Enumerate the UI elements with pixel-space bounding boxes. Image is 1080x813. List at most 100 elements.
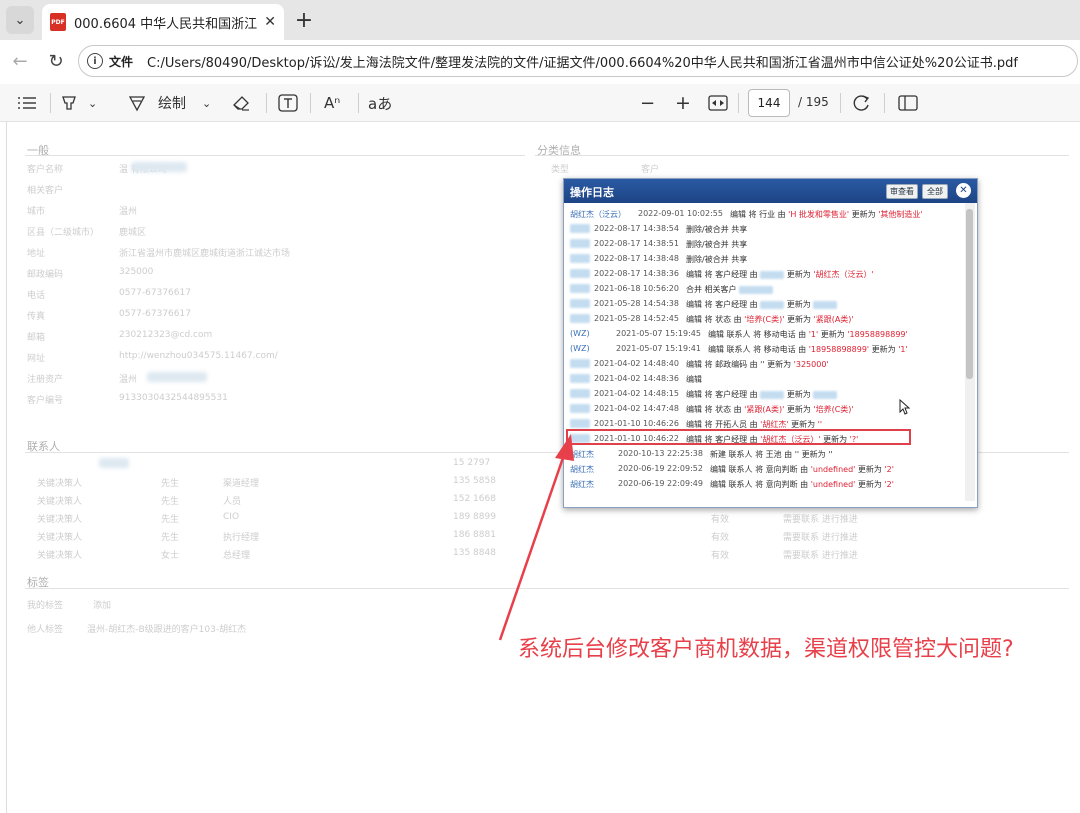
page-view-icon[interactable] <box>898 91 918 115</box>
reload-icon[interactable]: ↻ <box>44 49 68 73</box>
info-icon[interactable]: i <box>87 53 103 69</box>
log-user[interactable]: (WZ) <box>570 344 590 353</box>
eraser-icon[interactable] <box>232 91 250 115</box>
close-icon[interactable]: ✕ <box>264 14 276 30</box>
field-value: 0577-67376617 <box>119 309 191 319</box>
log-action: 删除/被合并 共享 <box>686 225 748 234</box>
toolbar-divider <box>840 93 841 113</box>
log-new-value: '其他制造业' <box>878 210 923 219</box>
browser-tab[interactable]: PDF 000.6604 中华人民共和国浙江省温 ✕ <box>42 4 284 40</box>
contact-gender: 先生 <box>161 533 180 543</box>
close-icon[interactable]: ✕ <box>956 183 971 198</box>
log-action: 编辑 联系人 将 意向判断 由 <box>710 465 811 474</box>
url-field[interactable]: i 文件 C:/Users/80490/Desktop/诉讼/发上海法院文件/整… <box>78 45 1078 77</box>
rotate-icon[interactable] <box>852 91 872 115</box>
log-new-value: '培养(C类)' <box>813 405 854 414</box>
field-label: 相关客户 <box>27 186 64 196</box>
zoom-in-icon[interactable]: + <box>675 91 691 115</box>
contact-role: 关键决策人 <box>37 551 83 561</box>
log-mid: 更新为 <box>784 405 814 414</box>
text-box-icon[interactable] <box>278 91 298 115</box>
redaction-mark <box>570 239 590 248</box>
contact-phone: 135 5858 <box>453 476 496 486</box>
log-mid: 更新为 <box>855 465 885 474</box>
contact-role: 关键决策人 <box>37 533 83 543</box>
log-user[interactable]: (WZ) <box>570 329 590 338</box>
section-divider <box>25 588 1069 589</box>
field-label: 网址 <box>27 354 46 364</box>
field-label: 邮政编码 <box>27 270 64 280</box>
log-time: 2022-09-01 10:02:55 <box>638 209 723 218</box>
log-new-value: '18958898899' <box>847 330 908 339</box>
log-time: 2021-06-18 10:56:20 <box>594 284 679 293</box>
zoom-out-icon[interactable]: − <box>640 91 655 115</box>
log-time: 2020-06-19 22:09:49 <box>618 479 703 488</box>
list-item: 2022-08-17 14:38:48 删除/被合并 共享 <box>564 251 964 266</box>
read-aloud-icon[interactable]: Aⁿ <box>324 91 340 115</box>
all-button[interactable]: 全部 <box>922 184 948 199</box>
operation-log-dialog: 操作日志 审查看 全部 ✕ 胡红杰（泛云） 2022-09-01 10:02:5… <box>563 178 978 508</box>
log-old-value: '培养(C类)' <box>744 315 785 324</box>
contact-status: 有效 <box>711 533 730 543</box>
draw-label: 绘制 <box>158 96 186 112</box>
log-mid: 更新为 <box>767 360 794 369</box>
toolbar-divider <box>266 93 267 113</box>
log-new-value: '2' <box>884 465 894 474</box>
log-new-value: '1' <box>898 345 908 354</box>
view-button[interactable]: 审查看 <box>886 184 918 199</box>
field-value: 230212323@cd.com <box>119 330 213 340</box>
browser-tab-bar: ⌄ PDF 000.6604 中华人民共和国浙江省温 ✕ + <box>0 0 1080 40</box>
log-mid: 更新为 <box>849 210 879 219</box>
back-icon[interactable]: ← <box>8 49 32 73</box>
fit-width-icon[interactable] <box>708 91 728 115</box>
log-user[interactable]: 胡红杰（泛云） <box>570 209 626 220</box>
tag-value: 温州-胡红杰-B级跟进的客户103-胡红杰 <box>87 625 247 635</box>
list-item: (WZ) 2021-05-07 15:19:45 编辑 联系人 将 移动电话 由… <box>564 326 964 341</box>
field-value: 9133030432544895531 <box>119 393 228 403</box>
field-label: 客户编号 <box>27 396 64 406</box>
list-item: 2021-05-28 14:52:45 编辑 将 状态 由 '培养(C类)' 更… <box>564 311 964 326</box>
log-time: 2022-08-17 14:38:48 <box>594 254 679 263</box>
draw-button[interactable]: 绘制 ⌄ <box>128 91 211 115</box>
page-number-input[interactable]: 144 <box>748 89 790 117</box>
field-label: 区县（二级城市） <box>27 228 100 238</box>
log-time: 2022-08-17 14:38:36 <box>594 269 679 278</box>
log-action: 新建 联系人 将 王池 由 '' 更新为 '' <box>710 450 833 459</box>
contact-gender: 女士 <box>161 551 180 561</box>
contact-phone: 189 8899 <box>453 512 496 522</box>
chevron-down-icon[interactable]: ⌄ <box>202 97 211 110</box>
toolbar-divider <box>50 93 51 113</box>
log-scrollbar-thumb[interactable] <box>966 209 973 379</box>
field-label: 客户名称 <box>27 165 64 175</box>
redaction-mark <box>570 299 590 308</box>
log-time: 2022-08-17 14:38:54 <box>594 224 679 233</box>
url-text[interactable]: C:/Users/80490/Desktop/诉讼/发上海法院文件/整理发法院的… <box>147 52 1018 71</box>
plus-icon[interactable]: + <box>292 8 316 33</box>
log-time: 2022-08-17 14:38:51 <box>594 239 679 248</box>
redaction-mark <box>739 285 774 294</box>
field-label: 邮箱 <box>27 333 46 343</box>
log-new-value: '2' <box>884 480 894 489</box>
highlight-icon[interactable]: ⌄ <box>60 91 97 115</box>
field-value: http://wenzhou034575.11467.com/ <box>119 351 278 361</box>
redaction-mark <box>570 389 590 398</box>
toolbar-divider <box>884 93 885 113</box>
log-user[interactable]: 胡红杰 <box>570 464 594 475</box>
log-action: 编辑 将 客户经理 由 <box>686 270 761 279</box>
log-user[interactable]: 胡红杰 <box>570 449 594 460</box>
log-new-value: '胡红杰（泛云）' <box>813 270 874 279</box>
log-time: 2020-06-19 22:09:52 <box>618 464 703 473</box>
immersive-reader-button[interactable]: aあ <box>368 91 392 115</box>
tag-label: 我的标签 <box>27 601 64 611</box>
highlight-box <box>566 429 911 445</box>
list-item: 胡红杰 2020-06-19 22:09:52 编辑 联系人 将 意向判断 由 … <box>564 461 964 476</box>
redaction-mark <box>99 458 129 468</box>
log-new-value: '325000' <box>793 360 829 369</box>
tab-list-chevron-down-icon[interactable]: ⌄ <box>6 6 34 34</box>
toolbar-divider <box>358 93 359 113</box>
chevron-down-icon[interactable]: ⌄ <box>88 97 97 110</box>
log-user[interactable]: 胡红杰 <box>570 479 594 490</box>
redaction-mark <box>570 284 590 293</box>
contents-icon[interactable] <box>18 91 36 115</box>
contact-phone: 135 8848 <box>453 548 496 558</box>
